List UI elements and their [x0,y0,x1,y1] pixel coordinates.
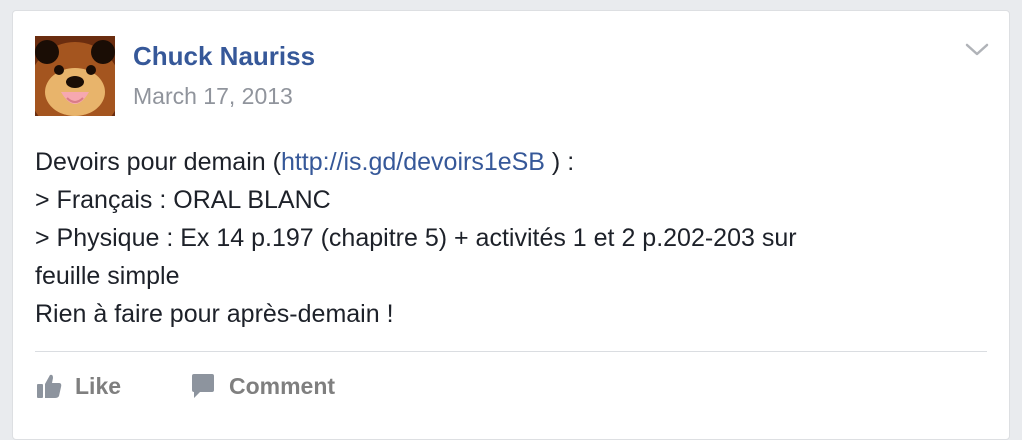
chevron-down-icon[interactable] [963,39,991,61]
post-line-4: feuille simple [35,262,180,290]
divider [35,351,987,352]
post-text: Devoirs pour demain (http://is.gd/devoir… [35,143,935,333]
post-line-2: > Français : ORAL BLANC [35,186,331,214]
post-intro-suffix: ) : [544,148,575,176]
homework-link[interactable]: http://is.gd/devoirs1eSB [281,148,545,176]
thumbs-up-icon [35,372,63,400]
post-date[interactable]: March 17, 2013 [133,83,293,110]
bear-avatar-image [35,36,115,116]
post-line-5: Rien à faire pour après-demain ! [35,300,394,328]
post-line-1: Devoirs pour demain (http://is.gd/devoir… [35,143,935,181]
avatar[interactable] [35,36,115,116]
like-button[interactable]: Like [35,369,121,403]
comment-label: Comment [229,372,336,399]
post-line-3: > Physique : Ex 14 p.197 (chapitre 5) + … [35,224,797,252]
post-intro-text: Devoirs pour demain ( [35,148,281,176]
comment-button[interactable]: Comment [189,369,335,403]
speech-bubble-icon [189,372,217,400]
post-card: Chuck Nauriss March 17, 2013 Devoirs pou… [12,10,1010,440]
like-label: Like [75,372,122,399]
author-name[interactable]: Chuck Nauriss [133,41,315,72]
